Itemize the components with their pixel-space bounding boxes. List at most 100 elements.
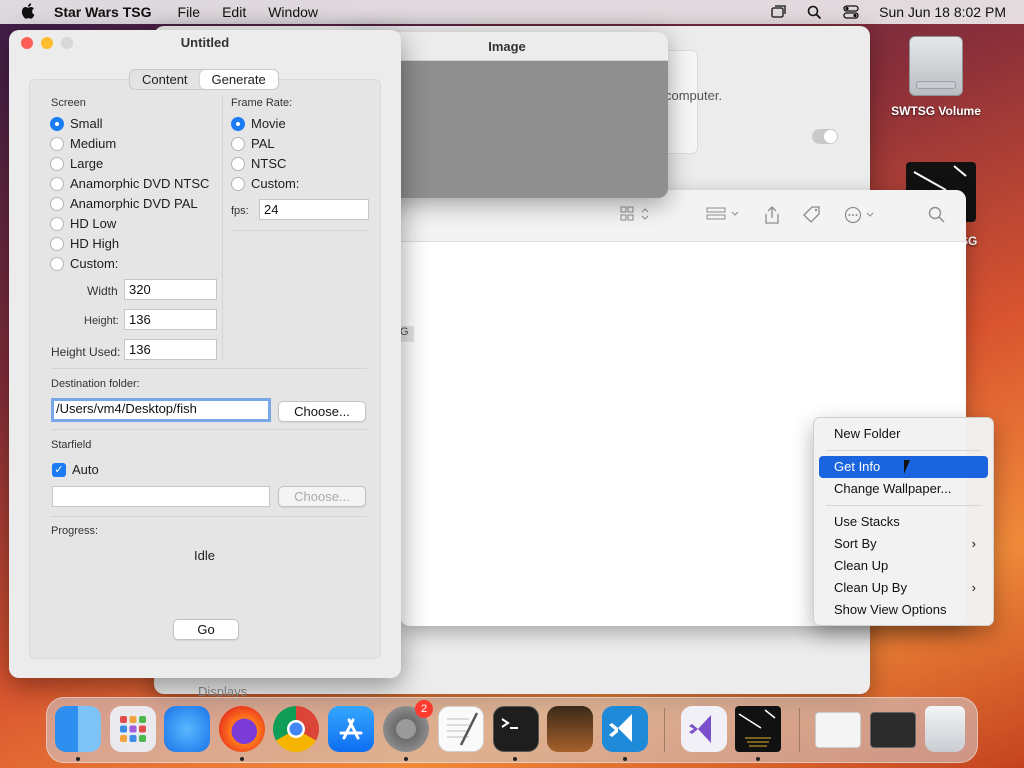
width-label: Width: [87, 284, 118, 298]
finder-icon[interactable]: [55, 706, 101, 752]
destination-choose-button[interactable]: Choose...: [278, 401, 366, 422]
spotlight-icon[interactable]: [807, 5, 823, 20]
launchpad-icon[interactable]: [110, 706, 156, 752]
vscode-icon[interactable]: [602, 706, 648, 752]
terminal-icon[interactable]: [493, 706, 539, 752]
chevron-right-icon: ›: [971, 536, 976, 551]
downloads-stack-icon[interactable]: [815, 712, 861, 748]
frame-rate-option-pal[interactable]: PAL: [231, 136, 275, 151]
progress-label: Progress:: [51, 525, 99, 537]
screen-label: Screen: [51, 97, 86, 109]
finder-tag-fragment: G: [400, 326, 414, 342]
screen-option-anamorphic-ntsc[interactable]: Anamorphic DVD NTSC: [50, 176, 209, 191]
menu-item-label: Show View Options: [834, 602, 947, 617]
star-wars-tsg-icon[interactable]: [735, 706, 781, 752]
screen-option-label: Anamorphic DVD NTSC: [70, 176, 210, 191]
screen-option-custom[interactable]: Custom:: [50, 256, 118, 271]
menu-window[interactable]: Window: [268, 4, 318, 20]
destination-field[interactable]: /Users/vm4/Desktop/fish: [51, 398, 271, 422]
textedit-icon[interactable]: [438, 706, 484, 752]
frame-rate-option-movie[interactable]: Movie: [231, 116, 286, 131]
radio-icon: [50, 116, 64, 131]
search-icon[interactable]: [928, 206, 946, 228]
menu-item-label: Get Info: [834, 459, 881, 474]
recent-stack-icon[interactable]: [870, 712, 916, 748]
more-actions-icon[interactable]: [844, 206, 878, 228]
menu-item-change-wallpaper[interactable]: Change Wallpaper...: [819, 478, 988, 500]
main-window: Untitled Content Generate Screen Small M…: [9, 30, 401, 678]
desktop-volume-label: SWTSG Volume: [891, 104, 981, 118]
stage-manager-icon[interactable]: [771, 5, 787, 19]
menu-item-label: Change Wallpaper...: [834, 481, 952, 496]
garageband-icon[interactable]: [547, 706, 593, 752]
settings-text: computer.: [665, 88, 723, 103]
fps-field[interactable]: 24: [259, 199, 369, 220]
firefox-icon[interactable]: [219, 706, 265, 752]
menu-item-use-stacks[interactable]: Use Stacks: [819, 511, 988, 533]
menu-item-new-folder[interactable]: New Folder: [819, 423, 988, 445]
menu-edit[interactable]: Edit: [222, 4, 246, 20]
radio-icon: [50, 236, 64, 251]
screen-option-small[interactable]: Small: [50, 116, 103, 131]
screen-option-hd-low[interactable]: HD Low: [50, 216, 116, 231]
frame-rate-option-custom[interactable]: Custom:: [231, 176, 299, 191]
running-indicator: [756, 757, 760, 761]
dock-divider: [664, 708, 665, 752]
radio-icon: [50, 196, 64, 211]
starfield-choose-button[interactable]: Choose...: [278, 486, 366, 507]
menu-item-clean-up-by[interactable]: Clean Up By ›: [819, 577, 988, 599]
control-center-icon[interactable]: [843, 5, 859, 19]
height-used-field[interactable]: 136: [124, 339, 217, 360]
group-icon[interactable]: [706, 206, 742, 226]
height-field[interactable]: 136: [124, 309, 217, 330]
running-indicator: [76, 757, 80, 761]
tab-generate[interactable]: Generate: [199, 70, 278, 89]
screen-option-medium[interactable]: Medium: [50, 136, 116, 151]
menu-item-clean-up[interactable]: Clean Up: [819, 555, 988, 577]
frame-rate-separator: [231, 230, 367, 231]
starfield-path-field[interactable]: [52, 486, 270, 507]
radio-icon: [231, 176, 245, 191]
trash-icon[interactable]: [925, 706, 965, 752]
settings-toggle[interactable]: [812, 129, 838, 144]
window-title: Untitled: [180, 35, 230, 50]
tab-content[interactable]: Content: [130, 70, 200, 89]
app-menu[interactable]: Star Wars TSG: [54, 4, 152, 20]
menu-file[interactable]: File: [178, 4, 201, 20]
screen-option-large[interactable]: Large: [50, 156, 103, 171]
main-window-titlebar[interactable]: Untitled: [9, 30, 401, 56]
menu-item-show-view-options[interactable]: Show View Options: [819, 599, 988, 621]
radio-icon: [231, 136, 245, 151]
system-settings-icon[interactable]: 2: [383, 700, 433, 752]
context-menu: New Folder Get Info Change Wallpaper... …: [813, 417, 994, 626]
zoom-button[interactable]: [61, 37, 73, 49]
icon-view-icon[interactable]: [620, 206, 650, 226]
starfield-label: Starfield: [51, 439, 92, 451]
menu-item-sort-by[interactable]: Sort By ›: [819, 533, 988, 555]
visual-studio-icon[interactable]: [681, 706, 727, 752]
starfield-auto-checkbox[interactable]: ✓ Auto: [52, 462, 99, 477]
close-button[interactable]: [21, 37, 33, 49]
frame-rate-option-label: Movie: [251, 116, 286, 131]
share-icon[interactable]: [764, 206, 780, 228]
minimize-button[interactable]: [41, 37, 53, 49]
screen-option-label: Large: [70, 156, 104, 171]
menu-item-label: Sort By: [834, 536, 877, 551]
safari-icon[interactable]: [164, 706, 210, 752]
screen-option-label: HD High: [70, 236, 120, 251]
go-button[interactable]: Go: [173, 619, 239, 640]
menubar-clock[interactable]: Sun Jun 18 8:02 PM: [879, 4, 1006, 20]
desktop-volume[interactable]: SWTSG Volume: [886, 36, 986, 118]
section-separator: [51, 516, 367, 517]
apple-icon[interactable]: [18, 2, 38, 22]
frame-rate-option-ntsc[interactable]: NTSC: [231, 156, 286, 171]
width-field[interactable]: 320: [124, 279, 217, 300]
screen-option-hd-high[interactable]: HD High: [50, 236, 119, 251]
app-store-icon[interactable]: [328, 706, 374, 752]
tag-icon[interactable]: [802, 206, 822, 228]
screen-option-anamorphic-pal[interactable]: Anamorphic DVD PAL: [50, 196, 198, 211]
radio-icon: [50, 156, 64, 171]
chrome-icon[interactable]: [273, 706, 319, 752]
column-divider: [222, 96, 223, 360]
dock-divider: [799, 708, 800, 752]
